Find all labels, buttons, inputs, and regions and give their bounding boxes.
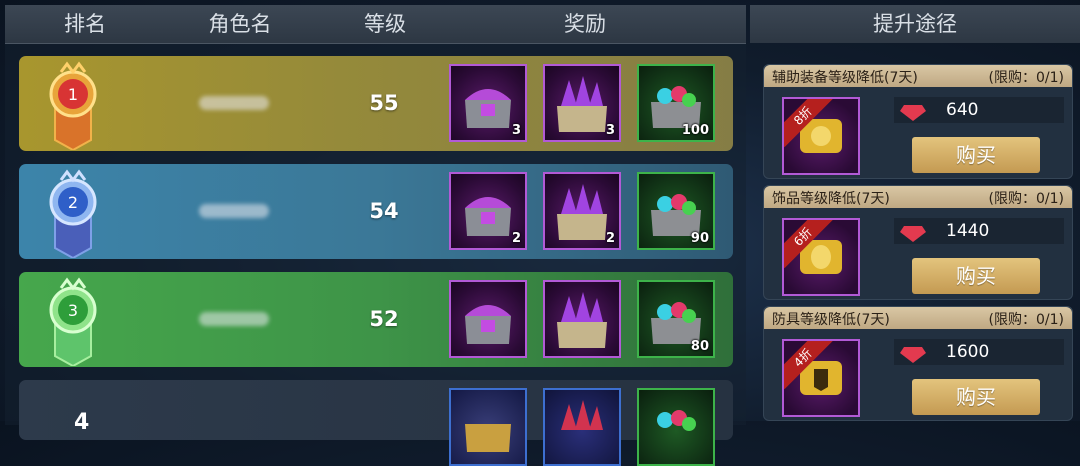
reward-count: 90 [690,231,709,246]
offer-title: 防具等级降低(7天) [772,312,890,328]
header-level: 等级 [364,12,406,36]
leaderboard-row-2[interactable]: 2 54 2 2 90 [19,164,733,260]
buy-button[interactable]: 购买 [912,137,1040,173]
rank-1-number: 1 [68,85,78,104]
reward-count: 2 [511,231,521,246]
reward-gem-chest[interactable]: 80 [637,280,715,358]
reward-count: 100 [681,123,709,138]
reward-count: 2 [605,231,615,246]
player-level: 55 [369,91,399,115]
offer-limit: (限购：0/1) [988,312,1064,328]
offer-price: 1600 [946,342,990,362]
leaderboard-row-4[interactable]: 4 [19,380,733,466]
player-name-blurred [199,312,269,326]
offer-item-scroll-icon[interactable]: 4折 [782,339,860,417]
reward-count: 3 [511,123,521,138]
rank-2-number: 2 [68,193,78,212]
reward-crystal-chest[interactable]: 2 [543,172,621,250]
reward-crystal-chest[interactable] [543,280,621,358]
offer-limit: (限购：0/1) [988,70,1064,86]
header-rank: 排名 [64,12,106,36]
rank-3-number: 3 [68,301,78,320]
offer-price: 640 [946,100,979,120]
player-level: 52 [369,307,399,331]
rank-2-medal-icon: 2 [35,166,111,260]
offer-card-2: 饰品等级降低(7天) (限购：0/1) 6折 1440 购买 [763,185,1073,300]
header-name: 角色名 [208,12,272,36]
ruby-gem-icon [900,105,926,121]
reward-gem-chest[interactable]: 90 [637,172,715,250]
reward-count: 3 [605,123,615,138]
ruby-gem-icon [900,347,926,363]
header-upgrade: 提升途径 [873,12,957,36]
leaderboard-header: 排名 角色名 等级 奖励 [5,5,746,44]
offer-price: 1440 [946,221,990,241]
offer-card-3: 防具等级降低(7天) (限购：0/1) 4折 1600 购买 [763,306,1073,421]
offer-limit: (限购：0/1) [988,191,1064,207]
offer-title: 饰品等级降低(7天) [772,191,890,207]
reward-gem-chest[interactable]: 100 [637,64,715,142]
ruby-gem-icon [900,226,926,242]
player-level: 54 [369,199,399,223]
reward-count: 80 [690,339,709,354]
price-box: 1600 [894,339,1064,365]
leaderboard-row-1[interactable]: 1 55 3 3 100 [19,56,733,152]
rank-4-number: 4 [74,410,90,435]
price-box: 640 [894,97,1064,123]
upgrade-header: 提升途径 [750,5,1080,43]
offer-item-scroll-icon[interactable]: 8折 [782,97,860,175]
offer-card-1: 辅助装备等级降低(7天) (限购：0/1) 8折 640 购买 [763,64,1073,179]
reward-crystal-chest[interactable]: 3 [543,64,621,142]
buy-button[interactable]: 购买 [912,379,1040,415]
reward-chest-purple[interactable]: 3 [449,64,527,142]
reward-chest-red[interactable] [449,388,527,466]
leaderboard-row-3[interactable]: 3 52 80 [19,272,733,368]
header-reward: 奖励 [564,12,606,36]
reward-chest-purple[interactable] [449,280,527,358]
buy-button[interactable]: 购买 [912,258,1040,294]
player-name-blurred [199,96,269,110]
player-name-blurred [199,204,269,218]
offer-item-scroll-icon[interactable]: 6折 [782,218,860,296]
offer-title: 辅助装备等级降低(7天) [772,70,918,86]
price-box: 1440 [894,218,1064,244]
rank-1-medal-icon: 1 [35,58,111,152]
reward-crystal-chest[interactable] [543,388,621,466]
reward-chest-purple[interactable]: 2 [449,172,527,250]
rank-3-medal-icon: 3 [35,274,111,368]
reward-gem-chest[interactable] [637,388,715,466]
